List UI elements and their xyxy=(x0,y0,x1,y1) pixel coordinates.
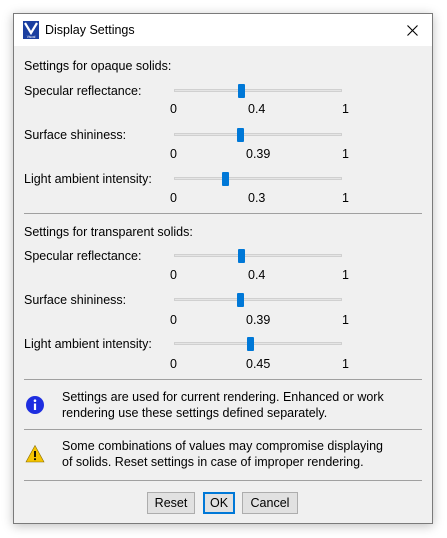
transparent-specular-value: 0.4 xyxy=(248,268,266,282)
transparent-ambient-max: 1 xyxy=(342,357,349,371)
transparent-specular-min: 0 xyxy=(170,268,177,282)
opaque-ambient-max: 1 xyxy=(342,191,349,205)
buttons-divider xyxy=(24,480,422,481)
opaque-specular-thumb[interactable] xyxy=(238,84,245,98)
opaque-specular-min: 0 xyxy=(170,102,177,116)
warning-icon xyxy=(25,444,45,463)
transparent-shininess-thumb[interactable] xyxy=(237,293,244,307)
transparent-shininess-slider[interactable] xyxy=(174,293,342,307)
warning-note-line-1: Some combinations of values may compromi… xyxy=(62,439,383,453)
opaque-specular-label: Specular reflectance: xyxy=(24,84,142,98)
transparent-section-title: Settings for transparent solids: xyxy=(24,225,193,239)
warning-note-line-2: of solids. Reset settings in case of imp… xyxy=(62,455,364,469)
app-logo-text: Visual xyxy=(27,35,36,39)
section-divider xyxy=(24,213,422,214)
info-icon xyxy=(26,396,44,414)
ok-button[interactable]: OK xyxy=(203,492,235,514)
opaque-shininess-label: Surface shininess: xyxy=(24,128,127,142)
cancel-button[interactable]: Cancel xyxy=(242,492,298,514)
opaque-specular-slider[interactable] xyxy=(174,84,342,98)
opaque-shininess-max: 1 xyxy=(342,147,349,161)
opaque-shininess-value: 0.39 xyxy=(246,147,271,161)
transparent-specular-thumb[interactable] xyxy=(238,249,245,263)
opaque-specular-max: 1 xyxy=(342,102,349,116)
transparent-specular-slider[interactable] xyxy=(174,249,342,263)
transparent-ambient-label: Light ambient intensity: xyxy=(24,337,152,351)
transparent-specular-label: Specular reflectance: xyxy=(24,249,142,263)
info-note: Settings are used for current rendering.… xyxy=(62,389,412,421)
transparent-ambient-value: 0.45 xyxy=(246,357,271,371)
notes-divider xyxy=(24,379,422,380)
info-note-line-1: Settings are used for current rendering.… xyxy=(62,390,384,404)
opaque-ambient-value: 0.3 xyxy=(248,191,266,205)
transparent-specular-max: 1 xyxy=(342,268,349,282)
opaque-ambient-slider[interactable] xyxy=(174,172,342,186)
close-button[interactable] xyxy=(392,14,432,46)
transparent-shininess-value: 0.39 xyxy=(246,313,271,327)
opaque-ambient-min: 0 xyxy=(170,191,177,205)
info-note-line-2: rendering use these settings defined sep… xyxy=(62,406,328,420)
opaque-ambient-label: Light ambient intensity: xyxy=(24,172,152,186)
display-settings-dialog: Visual Display Settings Settings for opa… xyxy=(13,13,433,524)
transparent-ambient-min: 0 xyxy=(170,357,177,371)
transparent-ambient-slider[interactable] xyxy=(174,337,342,351)
transparent-shininess-max: 1 xyxy=(342,313,349,327)
app-logo-icon: Visual xyxy=(23,21,39,39)
transparent-ambient-thumb[interactable] xyxy=(247,337,254,351)
warning-note: Some combinations of values may compromi… xyxy=(62,438,412,470)
opaque-shininess-min: 0 xyxy=(170,147,177,161)
warning-divider xyxy=(24,429,422,430)
reset-button[interactable]: Reset xyxy=(147,492,195,514)
title-bar: Visual Display Settings xyxy=(14,14,432,46)
window-title: Display Settings xyxy=(45,23,135,37)
transparent-shininess-min: 0 xyxy=(170,313,177,327)
close-icon xyxy=(406,24,418,36)
opaque-shininess-slider[interactable] xyxy=(174,128,342,142)
opaque-section-title: Settings for opaque solids: xyxy=(24,59,172,73)
opaque-specular-value: 0.4 xyxy=(248,102,266,116)
transparent-shininess-label: Surface shininess: xyxy=(24,293,127,307)
opaque-shininess-thumb[interactable] xyxy=(237,128,244,142)
opaque-ambient-thumb[interactable] xyxy=(222,172,229,186)
